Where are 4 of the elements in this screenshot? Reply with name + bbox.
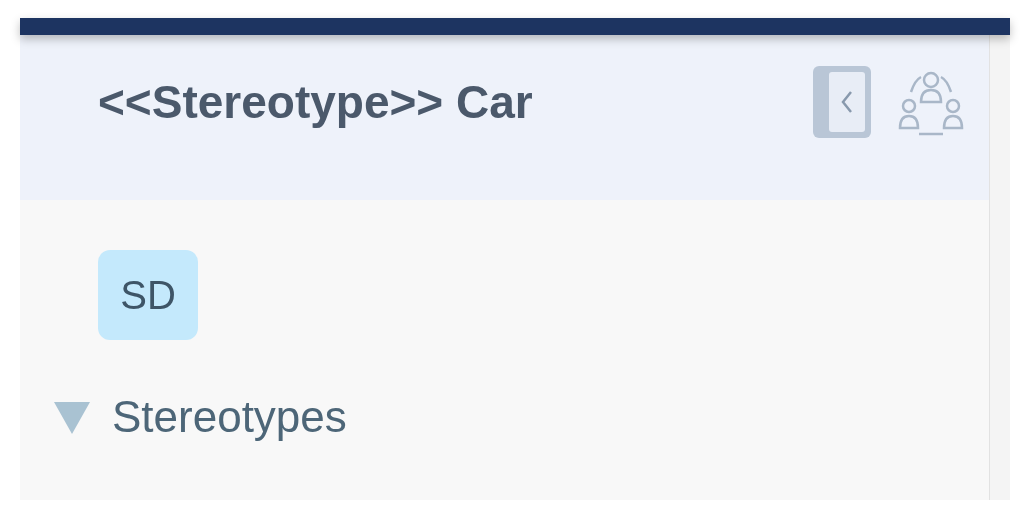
panel-title: <<Stereotype>> Car [98, 75, 533, 129]
diagram-badge: SD [98, 250, 198, 340]
tree-item[interactable]: Stereotypes [52, 392, 347, 442]
collapse-icon[interactable] [813, 66, 871, 138]
